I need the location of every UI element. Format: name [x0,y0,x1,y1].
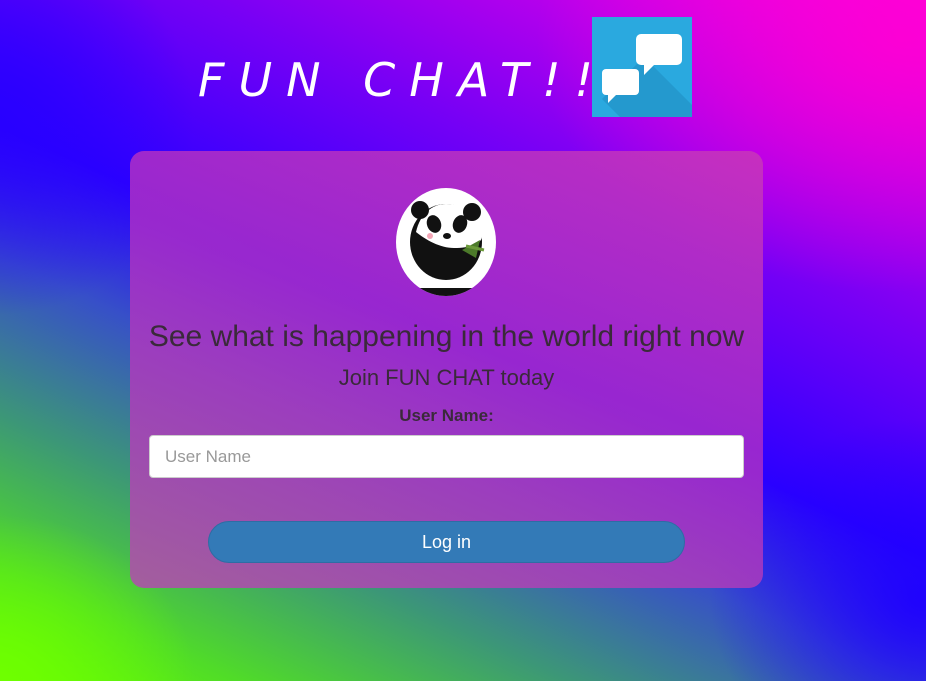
headline: See what is happening in the world right… [148,320,745,353]
subheadline: Join FUN CHAT today [338,365,555,390]
header: FUN CHAT!! [0,17,926,117]
login-button[interactable]: Log in [208,521,685,563]
login-card: See what is happening in the world right… [130,151,763,588]
chat-bubbles-icon [592,17,692,117]
username-label: User Name: [399,406,494,425]
username-input[interactable] [149,435,744,478]
app-title: FUN CHAT!! [198,53,607,107]
panda-avatar-icon [396,188,496,296]
